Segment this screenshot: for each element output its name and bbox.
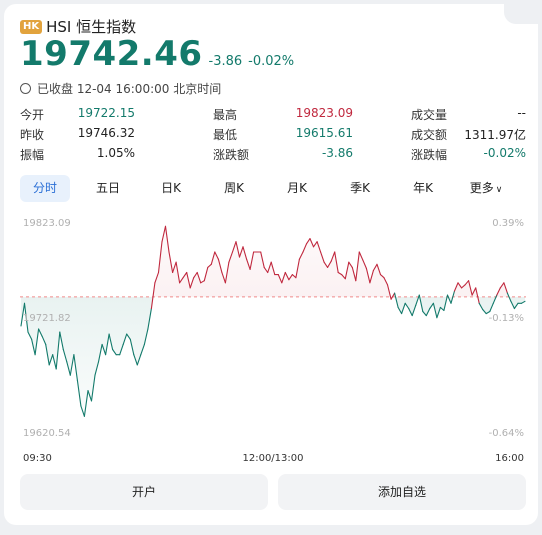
stat-value-volume: -- (517, 105, 526, 120)
stat-label-volume: 成交量 (411, 107, 448, 122)
stats-row: 昨收 19746.32 最低 19615.61 成交额 1311.97亿 (20, 124, 526, 144)
market-status: 已收盘 12-04 16:00:00 北京时间 (20, 80, 221, 97)
stat-label-amplitude: 振幅 (20, 147, 45, 162)
price-row: 19742.46 -3.86 -0.02% (20, 34, 294, 74)
tab-monthly-k[interactable]: 月K (272, 175, 322, 202)
stat-value-open: 19722.15 (77, 105, 135, 120)
tab-more[interactable]: 更多 ∨ (461, 175, 511, 202)
stat-value-low: 19615.61 (295, 125, 353, 140)
y-tick-right: 0.39% (492, 218, 524, 229)
market-badge: HK (20, 19, 43, 34)
clock-icon (20, 83, 31, 94)
y-tick-left: 19721.82 (23, 313, 71, 324)
stats-row: 振幅 1.05% 涨跌额 -3.86 涨跌幅 -0.02% (20, 144, 526, 164)
stat-value-high: 19823.09 (295, 105, 353, 120)
stat-value-prev-close: 19746.32 (77, 125, 135, 140)
stat-value-turnover: 1311.97亿 (464, 127, 526, 142)
tab-weekly-k[interactable]: 周K (209, 175, 259, 202)
chevron-down-icon: ∨ (495, 185, 503, 195)
stat-label-change-amount: 涨跌额 (213, 147, 250, 162)
y-tick-right: -0.13% (489, 313, 524, 324)
stat-label-change-pct: 涨跌幅 (411, 147, 448, 162)
tab-daily-k[interactable]: 日K (146, 175, 196, 202)
tab-yearly-k[interactable]: 年K (398, 175, 448, 202)
stat-label-prev-close: 昨收 (20, 127, 45, 142)
tab-more-label: 更多 (469, 181, 494, 195)
stats-row: 今开 19722.15 最高 19823.09 成交量 -- (20, 104, 526, 124)
y-tick-left: 19823.09 (23, 218, 71, 229)
stat-label-turnover: 成交额 (411, 127, 448, 142)
period-tabs: 分时 五日 日K 周K 月K 季K 年K 更多 ∨ (20, 175, 526, 202)
stat-label-open: 今开 (20, 107, 45, 122)
price-change-pct: -0.02% (248, 54, 295, 69)
x-tick-label: 16:00 (495, 453, 524, 464)
price-change: -3.86 (208, 54, 243, 69)
status-text: 已收盘 12-04 16:00:00 北京时间 (37, 82, 222, 96)
stat-value-change-amount: -3.86 (321, 145, 353, 160)
intraday-chart[interactable]: 19823.09 19721.82 19620.54 0.39% -0.13% -0.64… (20, 212, 526, 472)
area-fill-down (21, 296, 525, 417)
tab-intraday[interactable]: 分时 (20, 175, 70, 202)
open-account-button[interactable]: 开户 (20, 474, 268, 510)
action-buttons: 开户 添加自选 (20, 474, 526, 510)
stat-label-high: 最高 (213, 107, 238, 122)
quote-card: HK HSI 恒生指数 19742.46 -3.86 -0.02% 已收盘 12… (4, 4, 538, 525)
tab-5day[interactable]: 五日 (83, 175, 133, 202)
add-watchlist-button[interactable]: 添加自选 (278, 474, 526, 510)
stats-grid: 今开 19722.15 最高 19823.09 成交量 -- 昨收 19746.32 最… (20, 104, 526, 164)
last-price: 19742.46 (20, 34, 203, 74)
stat-label-low: 最低 (213, 127, 238, 142)
corner-tab (504, 4, 538, 24)
y-tick-left: 19620.54 (23, 428, 71, 439)
y-tick-right: -0.64% (489, 428, 524, 439)
stat-value-change-pct: -0.02% (483, 145, 526, 160)
x-tick-label: 12:00/13:00 (242, 453, 303, 464)
x-tick-label: 09:30 (23, 453, 52, 464)
tab-quarterly-k[interactable]: 季K (335, 175, 385, 202)
stat-value-amplitude: 1.05% (96, 145, 135, 160)
